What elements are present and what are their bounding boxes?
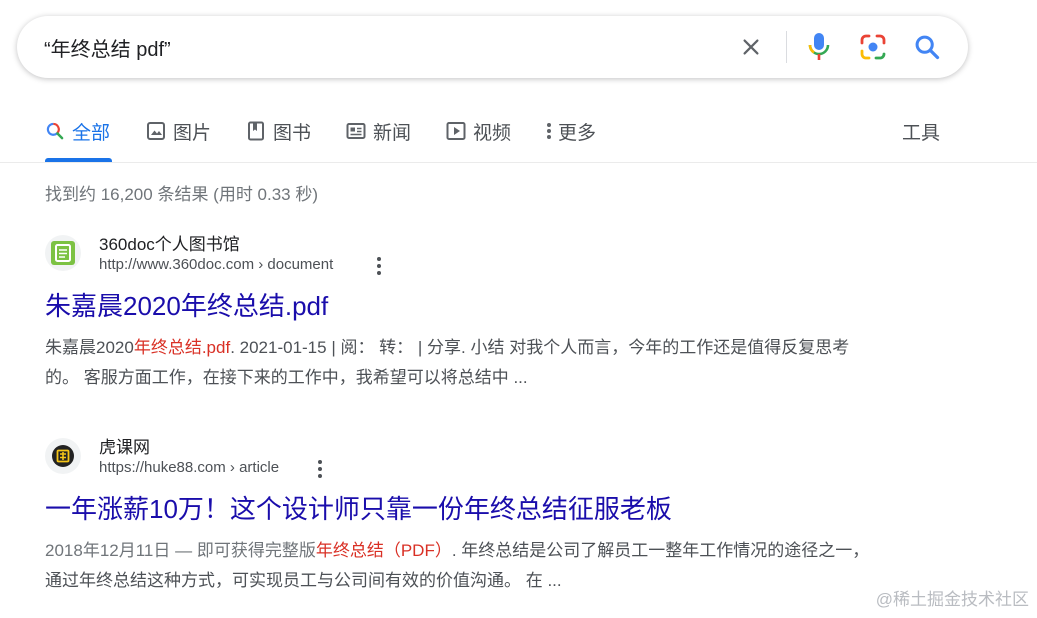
microphone-icon: [808, 33, 830, 60]
tabs-divider: [0, 162, 1037, 163]
snippet-date: 2018年12月11日 — 即可获得完整版: [45, 541, 316, 560]
search-icon: [915, 35, 940, 60]
tab-more[interactable]: 更多: [545, 100, 596, 162]
snippet-text: 朱嘉晨2020: [45, 338, 134, 357]
search-input[interactable]: [44, 16, 724, 78]
result-site-info[interactable]: 360doc个人图书馆 http://www.360doc.com › docu…: [45, 228, 875, 278]
voice-search-button[interactable]: [801, 29, 837, 65]
news-icon: [346, 121, 366, 141]
site-url: http://www.360doc.com › document: [99, 256, 334, 273]
tools-button[interactable]: 工具: [902, 100, 940, 162]
close-icon: [743, 39, 759, 55]
more-vert-dot: [318, 467, 322, 471]
360doc-favicon-icon: [51, 241, 75, 265]
tab-label: 图书: [273, 122, 312, 144]
result-options-button[interactable]: [371, 255, 387, 277]
tab-label: 全部: [72, 122, 111, 144]
tab-books[interactable]: 图书: [246, 100, 311, 162]
clear-search-button[interactable]: [733, 29, 769, 65]
more-vert-dot: [377, 264, 381, 268]
more-vert-dot: [318, 474, 322, 478]
book-icon: [246, 121, 266, 141]
search-bar-divider: [786, 31, 787, 63]
search-by-image-button[interactable]: [855, 29, 891, 65]
tab-all[interactable]: 全部: [45, 100, 110, 162]
result-title-link[interactable]: 一年涨薪10万！这个设计师只靠一份年终总结征服老板: [45, 489, 875, 526]
play-icon: [446, 121, 466, 141]
site-favicon: [45, 438, 81, 474]
site-favicon: [45, 235, 81, 271]
google-lens-icon: [860, 34, 886, 60]
site-name: 360doc个人图书馆: [99, 235, 240, 254]
watermark: @稀土掘金技术社区: [875, 590, 1029, 609]
tab-news[interactable]: 新闻: [346, 100, 411, 162]
search-button[interactable]: [909, 29, 945, 65]
tools-label: 工具: [902, 122, 941, 144]
tab-label: 图片: [173, 122, 212, 144]
more-vert-dot: [377, 271, 381, 275]
search-icon: [45, 121, 65, 141]
image-icon: [146, 121, 166, 141]
more-vert-icon: [318, 460, 322, 464]
tab-label: 更多: [558, 122, 597, 144]
search-result: 360doc个人图书馆 http://www.360doc.com › docu…: [45, 228, 875, 393]
tab-images[interactable]: 图片: [146, 100, 211, 162]
search-result: 虎课网 https://huke88.com › article 一年涨薪10万…: [45, 431, 875, 596]
tab-videos[interactable]: 视频: [446, 100, 511, 162]
site-name: 虎课网: [99, 438, 150, 457]
more-vert-icon: [545, 121, 553, 141]
result-title-link[interactable]: 朱嘉晨2020年终总结.pdf: [45, 286, 875, 323]
search-tabs: 全部 图片 图书 新闻 视频 更多 工具: [0, 100, 1037, 162]
more-vert-icon: [377, 257, 381, 261]
result-snippet: 朱嘉晨2020年终总结.pdf. 2021-01-15 | 阅： 转： | 分享…: [45, 333, 875, 393]
site-url: https://huke88.com › article: [99, 459, 280, 476]
huke88-favicon-icon: [52, 445, 74, 467]
result-options-button[interactable]: [312, 458, 328, 480]
tab-label: 新闻: [373, 122, 412, 144]
result-stats: 找到约 16,200 条结果 (用时 0.33 秒): [45, 185, 319, 204]
tab-label: 视频: [473, 122, 512, 144]
snippet-highlight: 年终总结.pdf: [133, 338, 231, 357]
result-snippet: 2018年12月11日 — 即可获得完整版年终总结（PDF）. 年终总结是公司了…: [45, 536, 875, 596]
search-bar: [17, 16, 968, 78]
snippet-highlight: 年终总结（PDF）: [315, 541, 452, 560]
result-site-info[interactable]: 虎课网 https://huke88.com › article: [45, 431, 875, 481]
